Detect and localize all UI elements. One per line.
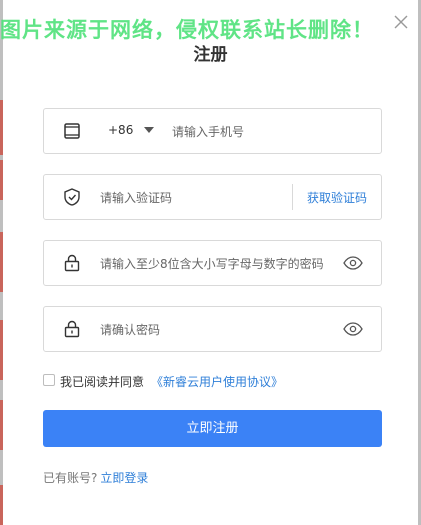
lock-icon bbox=[64, 320, 80, 338]
country-code-select[interactable]: +86 bbox=[108, 123, 133, 137]
login-prompt: 已有账号? bbox=[43, 471, 98, 485]
lock-icon bbox=[64, 254, 80, 272]
chevron-down-icon[interactable] bbox=[144, 127, 154, 133]
register-button[interactable]: 立即注册 bbox=[43, 410, 382, 447]
login-link[interactable]: 立即登录 bbox=[100, 471, 148, 485]
confirm-password-field[interactable]: 请确认密码 bbox=[43, 306, 382, 352]
agreement-text: 我已阅读并同意 bbox=[60, 375, 145, 389]
verify-code-input[interactable]: 请输入验证码 bbox=[100, 189, 172, 206]
confirm-password-input[interactable]: 请确认密码 bbox=[100, 321, 160, 338]
login-row: 已有账号? 立即登录 bbox=[43, 469, 148, 486]
close-icon[interactable] bbox=[393, 14, 409, 30]
eye-icon[interactable] bbox=[343, 321, 363, 337]
field-divider bbox=[292, 184, 293, 210]
get-code-button[interactable]: 获取验证码 bbox=[307, 189, 367, 206]
phone-input[interactable]: 请输入手机号 bbox=[172, 123, 244, 140]
shield-check-icon bbox=[64, 188, 80, 206]
phone-field[interactable]: +86 请输入手机号 bbox=[43, 108, 382, 154]
agreement-checkbox[interactable] bbox=[43, 374, 55, 386]
verify-code-field[interactable]: 请输入验证码 获取验证码 bbox=[43, 174, 382, 220]
password-input[interactable]: 请输入至少8位含大小写字母与数字的密码 bbox=[100, 255, 324, 272]
password-field[interactable]: 请输入至少8位含大小写字母与数字的密码 bbox=[43, 240, 382, 286]
dialog-title: 注册 bbox=[193, 45, 228, 65]
eye-icon[interactable] bbox=[343, 255, 363, 271]
agreement-link[interactable]: 《新睿云用户使用协议》 bbox=[151, 373, 283, 390]
tablet-icon bbox=[64, 123, 80, 139]
register-dialog: 图片来源于网络，侵权联系站长删除！ 注册 +86 请输入手机号 请输入验证码 获… bbox=[0, 0, 418, 525]
